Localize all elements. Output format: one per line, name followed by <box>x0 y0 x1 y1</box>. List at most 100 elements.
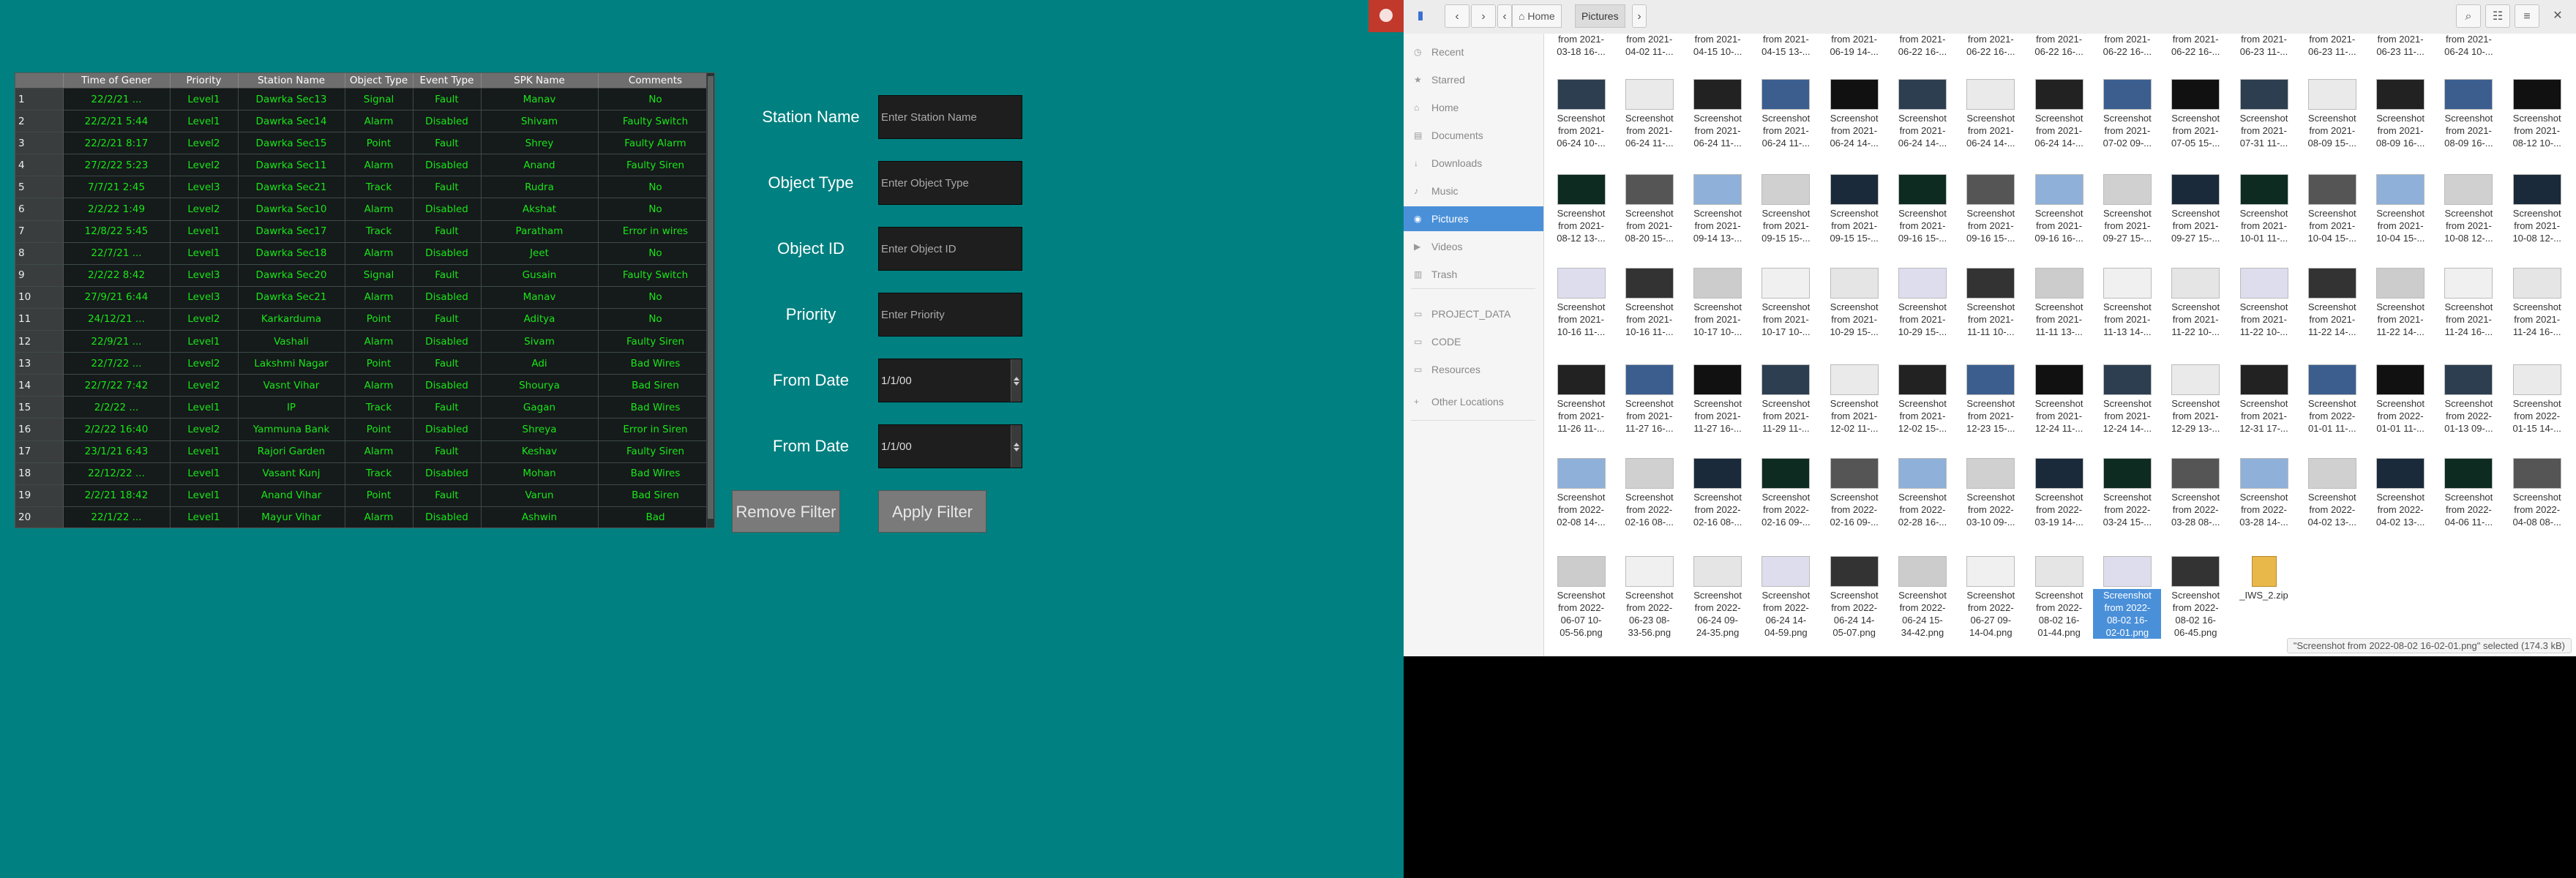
table-cell[interactable]: Disabled <box>413 374 482 397</box>
table-cell[interactable]: Shreya <box>481 418 599 441</box>
table-cell[interactable]: Adi <box>481 352 599 375</box>
table-cell[interactable]: Level2 <box>170 352 239 375</box>
from-date-edit[interactable]: 1/1/00 <box>878 359 1022 402</box>
file-item[interactable]: Screenshot from 2021- 06-24 11-... <box>1684 79 1752 168</box>
file-item[interactable]: Screenshot from 2022- 06-23 08- 33-56.pn… <box>1615 556 1683 645</box>
table-cell[interactable]: Level2 <box>170 308 239 331</box>
file-item[interactable]: Screenshot from 2022- 01-01 11-... <box>2298 364 2366 454</box>
table-cell[interactable]: Level2 <box>170 374 239 397</box>
table-cell[interactable]: 22/2/21 ... <box>63 88 171 111</box>
breadcrumb-home[interactable]: ⌂ Home <box>1512 4 1562 28</box>
table-cell[interactable]: Dawrka Sec11 <box>238 154 345 177</box>
file-item[interactable]: Screenshot from 2021- 07-05 15-... <box>2162 79 2230 168</box>
table-cell[interactable]: Fault <box>413 396 482 419</box>
file-item[interactable]: Screenshot from 2021- 12-02 15-... <box>1889 364 1957 454</box>
column-header[interactable]: Station Name <box>238 73 345 89</box>
zip-file-item[interactable]: _IWS_2.zip <box>2230 556 2298 645</box>
table-cell[interactable]: Disabled <box>413 154 482 177</box>
file-item[interactable]: from 2021- 04-15 13-... <box>1752 34 1820 63</box>
table-cell[interactable]: No <box>598 286 714 309</box>
table-cell[interactable]: 2/2/21 18:42 <box>63 484 171 507</box>
table-cell[interactable]: Shrey <box>481 132 599 155</box>
table-cell[interactable]: Error in wires <box>598 220 714 243</box>
file-item[interactable]: Screenshot from 2022- 03-28 14-... <box>2230 458 2298 547</box>
table-cell[interactable]: Level2 <box>170 198 239 221</box>
file-item[interactable]: Screenshot from 2021- 11-22 10-... <box>2230 268 2298 357</box>
row-number[interactable]: 12 <box>15 330 64 353</box>
table-cell[interactable]: Fault <box>413 88 482 111</box>
file-item[interactable]: Screenshot from 2022- 04-08 08-... <box>2503 458 2571 547</box>
file-item[interactable]: Screenshot from 2021- 08-20 15-... <box>1615 174 1683 263</box>
table-cell[interactable]: Anand Vihar <box>238 484 345 507</box>
sidebar-item-project-data[interactable]: ▭ PROJECT_DATA <box>1404 301 1543 326</box>
table-row[interactable]: 8 22/7/21 ... Level1 Dawrka Sec18 Alarm Disab… <box>15 242 714 265</box>
table-cell[interactable]: 27/2/22 5:23 <box>63 154 171 177</box>
table-row[interactable]: 17 23/1/21 6:43 Level1 Rajori Garden Alarm Fa… <box>15 440 714 463</box>
table-cell[interactable]: Dawrka Sec15 <box>238 132 345 155</box>
table-cell[interactable]: Varun <box>481 484 599 507</box>
table-cell[interactable]: Level2 <box>170 132 239 155</box>
table-cell[interactable]: Level1 <box>170 330 239 353</box>
file-item[interactable]: Screenshot from 2021- 09-27 15-... <box>2162 174 2230 263</box>
table-cell[interactable]: Bad Siren <box>598 484 714 507</box>
table-cell[interactable]: Fault <box>413 484 482 507</box>
table-row[interactable]: 12 22/9/21 ... Level1 Vashali Alarm Disabled S… <box>15 330 714 353</box>
station-name-input[interactable]: Enter Station Name <box>878 95 1022 139</box>
apply-filter-button[interactable]: Apply Filter <box>878 490 986 533</box>
file-item[interactable]: Screenshot from 2021- 06-24 14-... <box>1957 79 2025 168</box>
file-item[interactable]: Screenshot from 2022- 03-24 15-... <box>2093 458 2161 547</box>
table-cell[interactable]: Level1 <box>170 462 239 485</box>
from-date-2-spin-buttons[interactable] <box>1011 425 1022 468</box>
table-cell[interactable]: Bad Wires <box>598 396 714 419</box>
file-item[interactable]: Screenshot from 2021- 06-24 14-... <box>2025 79 2093 168</box>
row-number[interactable]: 20 <box>15 506 64 528</box>
file-item[interactable]: Screenshot from 2021- 10-17 10-... <box>1684 268 1752 357</box>
table-cell[interactable]: Rudra <box>481 176 599 199</box>
file-item[interactable]: Screenshot from 2021- 11-27 16-... <box>1615 364 1683 454</box>
file-item[interactable]: Screenshot from 2021- 11-24 16-... <box>2503 268 2571 357</box>
file-item[interactable]: Screenshot from 2022- 06-24 14- 05-07.pn… <box>1820 556 1888 645</box>
close-icon[interactable]: ✕ <box>2545 4 2570 28</box>
file-item[interactable]: Screenshot from 2021- 10-04 15-... <box>2367 174 2435 263</box>
table-cell[interactable]: Alarm <box>345 110 413 133</box>
table-cell[interactable]: Yammuna Bank <box>238 418 345 441</box>
table-cell[interactable]: Level3 <box>170 264 239 287</box>
table-cell[interactable]: Bad <box>598 506 714 528</box>
table-cell[interactable]: Alarm <box>345 440 413 463</box>
table-cell[interactable]: Faulty Siren <box>598 440 714 463</box>
table-cell[interactable]: Disabled <box>413 506 482 528</box>
file-item[interactable]: Screenshot from 2021- 06-24 10-... <box>1547 79 1615 168</box>
file-item[interactable]: Screenshot from 2022- 02-16 09-... <box>1752 458 1820 547</box>
column-header[interactable]: Time of Gener <box>63 73 171 89</box>
table-cell[interactable]: Dawrka Sec20 <box>238 264 345 287</box>
object-type-input[interactable]: Enter Object Type <box>878 161 1022 205</box>
sidebar-toggle-icon[interactable]: ▮ <box>1408 4 1433 28</box>
table-cell[interactable]: 22/7/22 7:42 <box>63 374 171 397</box>
file-item[interactable]: Screenshot from 2022- 06-24 09- 24-35.pn… <box>1684 556 1752 645</box>
table-cell[interactable]: Disabled <box>413 242 482 265</box>
table-cell[interactable]: Dawrka Sec17 <box>238 220 345 243</box>
file-item[interactable]: Screenshot from 2021- 11-26 11-... <box>1547 364 1615 454</box>
table-cell[interactable]: Error in Siren <box>598 418 714 441</box>
row-number[interactable]: 4 <box>15 154 64 177</box>
table-cell[interactable]: Fault <box>413 220 482 243</box>
column-header[interactable]: Comments <box>598 73 714 89</box>
table-cell[interactable]: Level1 <box>170 506 239 528</box>
table-cell[interactable]: 22/9/21 ... <box>63 330 171 353</box>
table-cell[interactable]: Ashwin <box>481 506 599 528</box>
file-item[interactable]: from 2021- 03-18 16-... <box>1547 34 1615 63</box>
file-item[interactable]: Screenshot from 2021- 09-16 16-... <box>2025 174 2093 263</box>
sidebar-item-home[interactable]: ⌂ Home <box>1404 95 1543 120</box>
file-item[interactable]: Screenshot from 2021- 06-24 11-... <box>1615 79 1683 168</box>
column-header[interactable]: Priority <box>170 73 239 89</box>
table-cell[interactable]: 2/2/22 1:49 <box>63 198 171 221</box>
row-number[interactable]: 7 <box>15 220 64 243</box>
search-icon[interactable]: ⌕ <box>2456 4 2481 28</box>
table-cell[interactable]: Faulty Siren <box>598 154 714 177</box>
file-item[interactable]: Screenshot from 2021- 08-12 10-... <box>2503 79 2571 168</box>
sidebar-item-trash[interactable]: ▥ Trash <box>1404 262 1543 287</box>
file-item[interactable]: Screenshot from 2021- 10-17 10-... <box>1752 268 1820 357</box>
table-cell[interactable]: Dawrka Sec21 <box>238 286 345 309</box>
table-cell[interactable]: 22/12/22 ... <box>63 462 171 485</box>
file-item[interactable]: Screenshot from 2022- 02-28 16-... <box>1889 458 1957 547</box>
